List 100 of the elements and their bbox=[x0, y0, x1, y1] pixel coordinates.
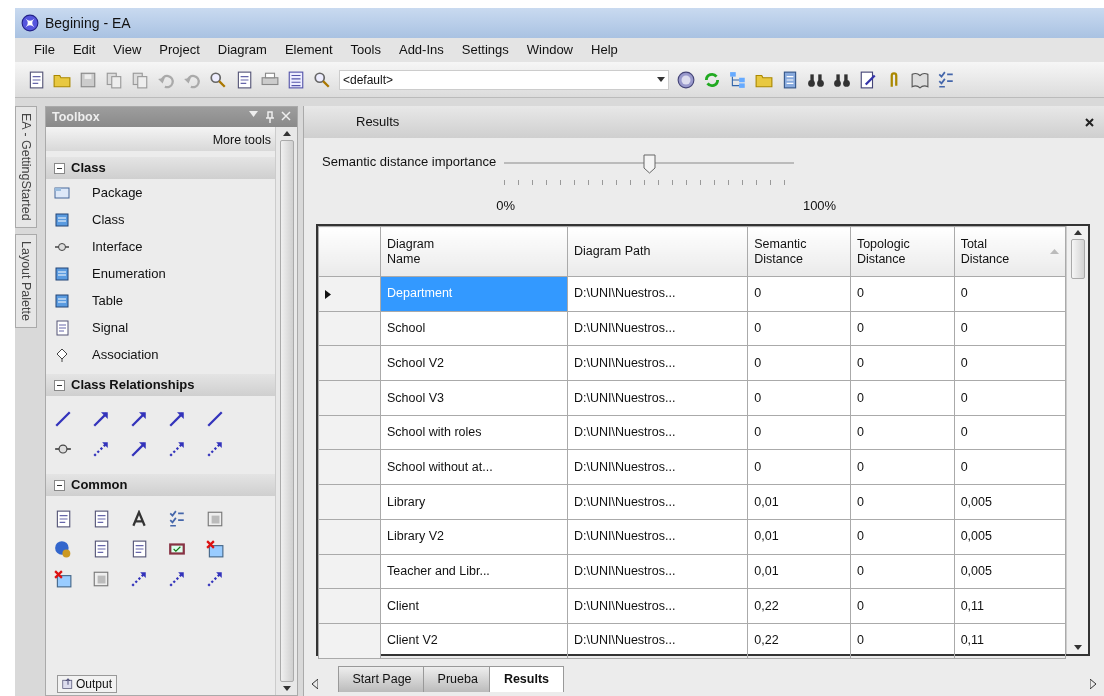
association-icon[interactable] bbox=[54, 346, 70, 363]
arrow-icon[interactable] bbox=[168, 410, 186, 428]
column-header[interactable]: Diagram Path bbox=[567, 226, 748, 277]
arrow-icon[interactable] bbox=[92, 410, 110, 428]
document-icon[interactable] bbox=[92, 510, 110, 528]
dashed-arrow-icon[interactable] bbox=[168, 570, 186, 588]
dashed-arrow-icon[interactable] bbox=[206, 570, 224, 588]
collapse-icon[interactable] bbox=[54, 379, 65, 391]
globe-icon[interactable] bbox=[54, 540, 72, 558]
menu-item[interactable]: Window bbox=[517, 40, 582, 60]
menu-item[interactable]: Settings bbox=[452, 40, 518, 60]
table-icon[interactable] bbox=[54, 292, 70, 309]
line-icon[interactable] bbox=[206, 410, 224, 428]
list-icon[interactable] bbox=[781, 70, 799, 89]
menu-item[interactable]: File bbox=[25, 40, 64, 60]
new-file-icon[interactable] bbox=[27, 70, 45, 89]
dashed-arrow-icon[interactable] bbox=[92, 440, 110, 458]
scroll-up-icon[interactable] bbox=[282, 131, 291, 136]
scrollbar[interactable] bbox=[1066, 226, 1088, 654]
column-header[interactable]: Topologic Distance bbox=[850, 226, 955, 277]
help-icon[interactable] bbox=[677, 70, 695, 89]
list-icon[interactable] bbox=[168, 510, 186, 528]
delete-icon[interactable] bbox=[206, 540, 224, 558]
slider-min-label: 0% bbox=[496, 197, 515, 215]
text-icon[interactable] bbox=[130, 510, 148, 528]
menu-item[interactable]: Help bbox=[582, 40, 627, 60]
line-icon[interactable] bbox=[54, 410, 72, 428]
section-title: Class Relationships bbox=[71, 376, 195, 395]
side-tab[interactable]: Layout Palette bbox=[15, 233, 37, 328]
dashed-arrow-icon[interactable] bbox=[206, 440, 224, 458]
dashed-arrow-icon[interactable] bbox=[168, 440, 186, 458]
combo-box[interactable]: <default> bbox=[339, 69, 669, 90]
arrow-icon[interactable] bbox=[130, 440, 148, 458]
window-title: Begining - EA bbox=[45, 13, 131, 33]
menu-item[interactable]: Tools bbox=[341, 40, 390, 60]
scroll-down-icon[interactable] bbox=[282, 686, 291, 691]
menu-item[interactable]: Add-Ins bbox=[389, 40, 453, 60]
close-icon[interactable] bbox=[1085, 117, 1094, 127]
table-cell: Department bbox=[380, 276, 568, 312]
section-header[interactable]: Class Relationships bbox=[46, 374, 275, 396]
menu-item[interactable]: Diagram bbox=[208, 40, 276, 60]
collapse-icon[interactable] bbox=[54, 479, 65, 491]
slider[interactable] bbox=[504, 152, 795, 188]
toolbox-item[interactable]: Enumeration bbox=[92, 263, 166, 284]
scrollbar-thumb[interactable] bbox=[279, 140, 294, 682]
table-icon[interactable] bbox=[287, 70, 305, 89]
slider-thumb[interactable] bbox=[643, 154, 657, 174]
refresh-icon[interactable] bbox=[703, 70, 721, 89]
toolbox-item[interactable]: Package bbox=[92, 182, 143, 203]
section-header[interactable]: Class bbox=[46, 157, 275, 179]
dashed-arrow-icon[interactable] bbox=[130, 570, 148, 588]
scroll-up-icon[interactable] bbox=[1073, 230, 1082, 235]
toolbox-item[interactable]: Signal bbox=[92, 317, 129, 338]
toolbox-item[interactable]: Association bbox=[92, 344, 159, 365]
table-cell: 0,01 bbox=[747, 484, 851, 520]
table-cell: 0 bbox=[747, 380, 851, 416]
document-tab[interactable]: Results bbox=[488, 666, 565, 692]
scroll-right-icon[interactable] bbox=[1090, 678, 1096, 689]
enumeration-icon[interactable] bbox=[54, 265, 70, 282]
page-icon[interactable] bbox=[235, 70, 253, 89]
menu-item[interactable]: Edit bbox=[63, 40, 105, 60]
arrow-icon[interactable] bbox=[130, 410, 148, 428]
table-cell: Library V2 bbox=[380, 519, 568, 554]
menu-item[interactable]: Element bbox=[275, 40, 342, 60]
signal-icon[interactable] bbox=[54, 319, 70, 336]
table-cell: 0 bbox=[850, 588, 955, 624]
book-icon[interactable] bbox=[911, 70, 929, 89]
scrollbar-thumb[interactable] bbox=[1070, 239, 1085, 279]
menu-item[interactable]: View bbox=[104, 40, 151, 60]
side-tab[interactable]: EA - GettingStarted bbox=[15, 106, 37, 228]
frame-icon[interactable] bbox=[92, 570, 110, 588]
document-icon[interactable] bbox=[54, 510, 72, 528]
class-icon[interactable] bbox=[54, 211, 70, 228]
toolbox-item[interactable]: Class bbox=[92, 209, 125, 230]
checklist-icon[interactable] bbox=[937, 70, 955, 89]
dropdown-arrow-icon[interactable] bbox=[657, 77, 665, 82]
document-icon[interactable] bbox=[130, 540, 148, 558]
frame-icon[interactable] bbox=[206, 510, 224, 528]
hierarchy-icon[interactable] bbox=[729, 70, 747, 89]
column-header[interactable]: Semantic Distance bbox=[747, 226, 851, 277]
more-tools-link[interactable]: More tools bbox=[46, 127, 275, 151]
output-button[interactable]: Output bbox=[57, 675, 118, 693]
collapse-icon[interactable] bbox=[54, 162, 65, 174]
pin-icon[interactable] bbox=[264, 111, 275, 123]
table-cell: 0 bbox=[850, 623, 955, 659]
document-icon[interactable] bbox=[92, 540, 110, 558]
scrollbar[interactable] bbox=[275, 127, 297, 695]
edit-icon[interactable] bbox=[859, 70, 877, 89]
scroll-down-icon[interactable] bbox=[1073, 645, 1082, 650]
delete-icon[interactable] bbox=[54, 570, 72, 588]
toolbox-item[interactable]: Table bbox=[92, 290, 124, 311]
toolbox-item[interactable]: Interface bbox=[92, 236, 143, 257]
search-icon[interactable] bbox=[313, 70, 331, 89]
scroll-left-icon[interactable] bbox=[312, 678, 318, 689]
column-header[interactable]: Diagram Name bbox=[380, 226, 568, 277]
save-icon[interactable] bbox=[79, 70, 97, 89]
checkbox-icon[interactable] bbox=[168, 540, 186, 558]
section-header[interactable]: Common bbox=[46, 474, 275, 496]
menu-item[interactable]: Project bbox=[150, 40, 209, 60]
zoom-icon[interactable] bbox=[209, 70, 227, 89]
